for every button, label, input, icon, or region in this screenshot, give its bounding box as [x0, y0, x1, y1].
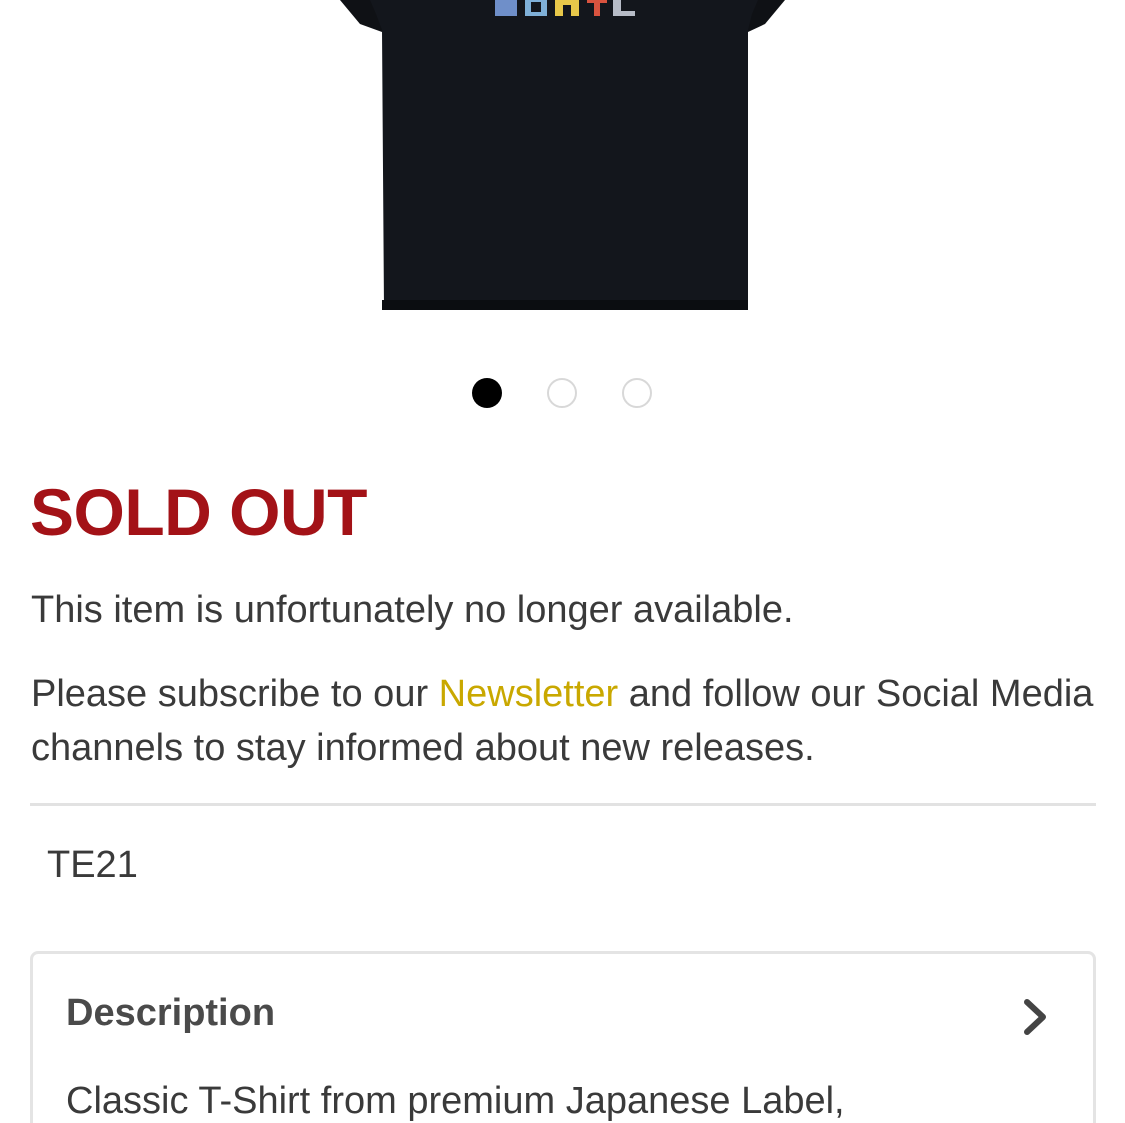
product-sku: TE21: [47, 844, 138, 886]
carousel-dot-3[interactable]: [622, 378, 652, 408]
unavailable-message: This item is unfortunately no longer ava…: [31, 589, 794, 631]
product-page: SOLD OUT This item is unfortunately no l…: [0, 0, 1125, 1123]
section-divider: [30, 803, 1096, 806]
subscribe-message: Please subscribe to our Newsletter and f…: [31, 667, 1101, 775]
newsletter-link[interactable]: Newsletter: [439, 673, 619, 715]
carousel-dot-1[interactable]: [472, 378, 502, 408]
subscribe-text-before: Please subscribe to our: [31, 673, 439, 715]
carousel-dot-2[interactable]: [547, 378, 577, 408]
carousel-dots: [470, 378, 660, 414]
sold-out-heading: SOLD OUT: [30, 475, 368, 549]
description-text: Classic T-Shirt from premium Japanese La…: [66, 1080, 845, 1122]
product-image-area[interactable]: [0, 0, 1125, 340]
description-accordion[interactable]: Description Classic T-Shirt from premium…: [30, 951, 1096, 1123]
description-title: Description: [66, 992, 276, 1034]
chevron-right-icon[interactable]: [1021, 998, 1049, 1036]
tshirt-image: [340, 0, 785, 310]
tshirt-print-letters: [495, 0, 635, 16]
